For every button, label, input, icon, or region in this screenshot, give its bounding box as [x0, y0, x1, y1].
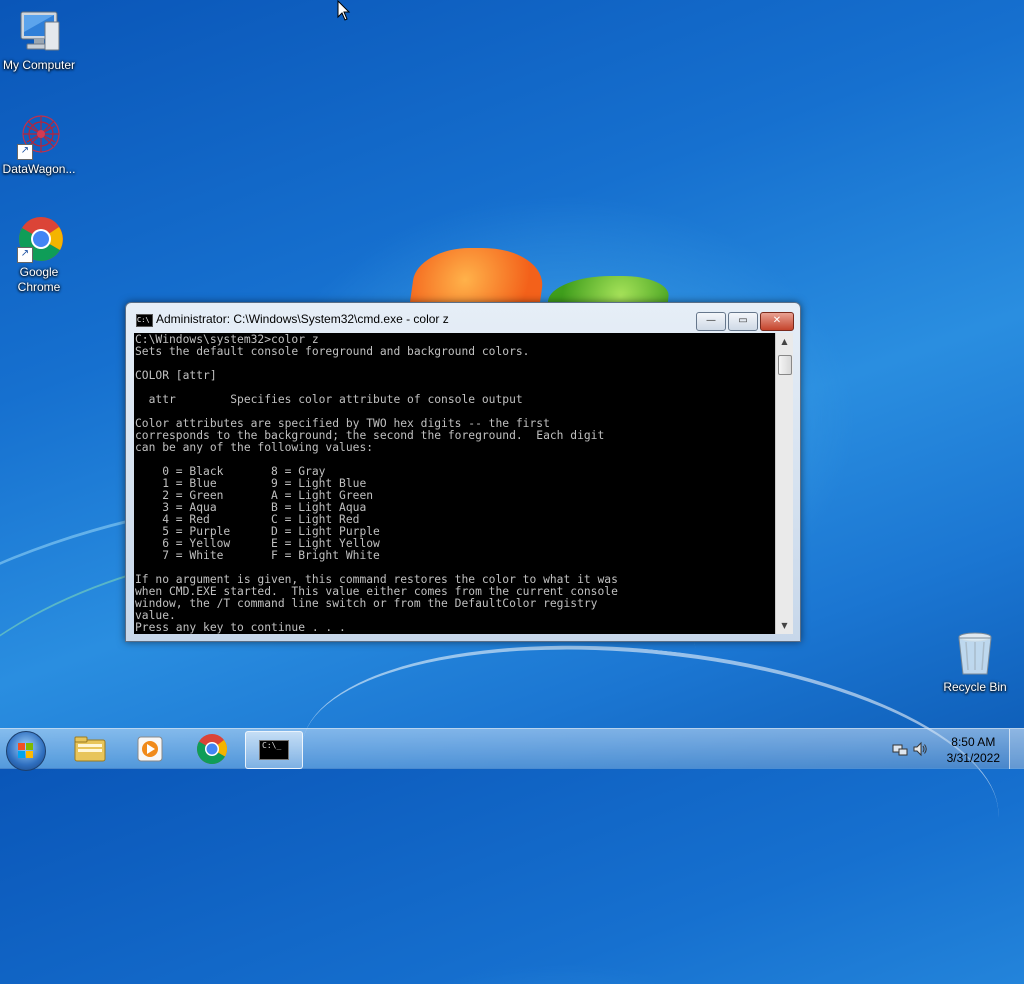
desktop-icon-label: Google Chrome: [17, 265, 61, 294]
windows-flag-icon: [18, 743, 34, 759]
clock-date: 3/31/2022: [946, 751, 1000, 765]
cmd-icon: C:\: [136, 314, 153, 327]
datawagon-icon: ↗: [15, 112, 63, 160]
clock-time: 8:50 AM: [951, 735, 996, 749]
taskbar-cmd[interactable]: C:\_: [245, 731, 303, 769]
mouse-cursor-icon: [337, 0, 351, 21]
recycle-bin-icon: [951, 630, 999, 678]
taskbar-media-player[interactable]: [122, 731, 178, 767]
scroll-down-arrow-icon[interactable]: ▼: [776, 617, 793, 634]
taskbar: C:\_ 8:50 AM 3/31/2022: [0, 728, 1024, 771]
console-output[interactable]: C:\Windows\system32>color z Sets the def…: [134, 333, 775, 634]
desktop-icon-label: My Computer: [2, 58, 76, 72]
chrome-icon: [196, 734, 228, 765]
chrome-icon: ↗: [15, 215, 63, 263]
vertical-scrollbar[interactable]: ▲ ▼: [775, 333, 793, 634]
taskbar-explorer[interactable]: [62, 731, 118, 767]
desktop-icon-google-chrome[interactable]: ↗ Google Chrome: [0, 215, 81, 295]
desktop-icon-label: DataWagon...: [2, 162, 76, 176]
network-icon[interactable]: [892, 741, 908, 757]
desktop-icon-recycle-bin[interactable]: Recycle Bin: [933, 630, 1017, 695]
shortcut-arrow-icon: ↗: [17, 247, 33, 263]
minimize-button[interactable]: —: [696, 312, 726, 331]
desktop-icon-label: Recycle Bin: [943, 680, 1007, 694]
cmd-icon: C:\_: [259, 740, 289, 760]
shortcut-arrow-icon: ↗: [17, 144, 33, 160]
explorer-icon: [74, 736, 106, 762]
scroll-thumb[interactable]: [778, 355, 792, 375]
taskbar-chrome[interactable]: [184, 731, 240, 767]
desktop-icon-my-computer[interactable]: My Computer: [0, 8, 81, 73]
window-title-bar[interactable]: C:\ Administrator: C:\Windows\System32\c…: [126, 303, 800, 333]
window-title: Administrator: C:\Windows\System32\cmd.e…: [156, 312, 449, 326]
system-tray: 8:50 AM 3/31/2022: [874, 729, 1024, 769]
show-desktop-button[interactable]: [1009, 729, 1024, 769]
media-player-icon: [137, 736, 163, 762]
maximize-button[interactable]: ▭: [728, 312, 758, 331]
scroll-up-arrow-icon[interactable]: ▲: [776, 333, 793, 350]
volume-icon[interactable]: [912, 741, 928, 757]
start-button[interactable]: [6, 731, 46, 771]
cmd-window[interactable]: C:\ Administrator: C:\Windows\System32\c…: [125, 302, 801, 642]
computer-icon: [15, 8, 63, 56]
taskbar-clock[interactable]: 8:50 AM 3/31/2022: [947, 734, 1000, 766]
close-button[interactable]: ✕: [760, 312, 794, 331]
console-text: C:\Windows\system32>color z Sets the def…: [135, 333, 618, 634]
desktop-icon-datawagon[interactable]: ↗ DataWagon...: [0, 112, 81, 177]
